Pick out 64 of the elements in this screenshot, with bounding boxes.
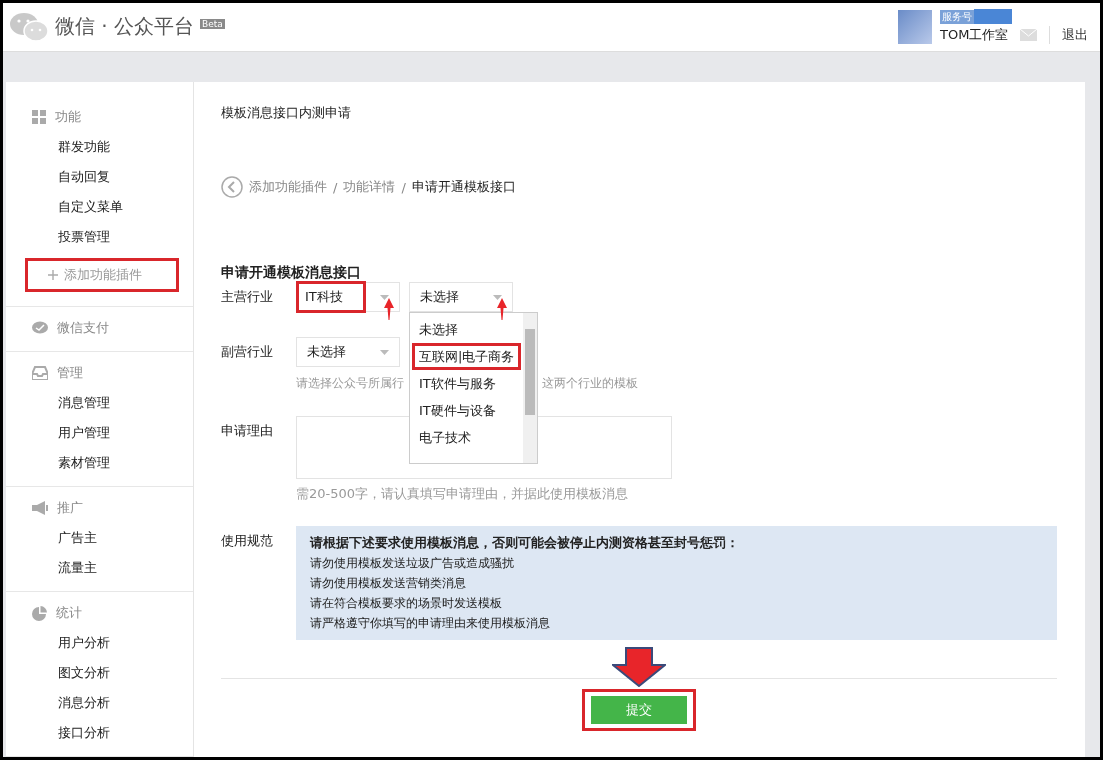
dropdown-option[interactable]: 互联网|电子商务	[412, 343, 521, 370]
sidebar-item[interactable]: 流量主	[6, 553, 193, 583]
sidebar-item[interactable]: 群发功能	[6, 132, 193, 162]
grid-icon	[32, 110, 46, 124]
pie-chart-icon	[32, 605, 47, 621]
sidebar-item[interactable]: 消息管理	[6, 388, 193, 418]
platform-title: 微信 · 公众平台	[55, 13, 195, 41]
dropdown-option[interactable]: IT软件与服务	[410, 370, 523, 397]
caret-icon	[493, 294, 502, 300]
account-type-badge: 服务号	[940, 9, 974, 24]
redaction-block	[974, 9, 1012, 25]
rule-text: 请勿使用模板发送营销类消息	[310, 575, 467, 592]
rules-title: 请根据下述要求使用模板消息，否则可能会被停止内测资格甚至封号惩罚：	[310, 534, 740, 552]
account-name: TOM工作室	[940, 26, 1010, 45]
sidebar-item[interactable]: 自定义菜单	[6, 192, 193, 222]
wechat-logo-icon	[9, 10, 49, 43]
hint-text: 请选择公众号所属行	[296, 375, 404, 392]
back-icon[interactable]	[221, 176, 243, 198]
sidebar-heading: 统计	[56, 604, 82, 622]
industry-select[interactable]: IT科技	[296, 282, 400, 312]
field-label: 使用规范	[221, 532, 274, 550]
breadcrumb-current: 申请开通模板接口	[411, 178, 516, 196]
breadcrumb-separator: /	[333, 179, 338, 195]
sidebar-item[interactable]: 消息分析	[6, 688, 193, 718]
dropdown-option[interactable]: IT硬件与设备	[410, 397, 523, 424]
breadcrumb-link[interactable]: 添加功能插件	[249, 178, 327, 196]
inbox-icon	[32, 366, 48, 380]
caret-icon	[380, 294, 389, 300]
hint-text: 需20-500字，请认真填写申请理由，并据此使用模板消息	[296, 485, 630, 503]
sidebar-item[interactable]: 投票管理	[6, 222, 193, 252]
industry-select[interactable]: 未选择	[409, 282, 513, 312]
dropdown-option[interactable]: 未选择	[410, 316, 523, 343]
hint-text: 这两个行业的模板	[542, 375, 638, 392]
caret-icon	[380, 349, 389, 355]
sidebar-item[interactable]: 用户分析	[6, 628, 193, 658]
rule-text: 请在符合模板要求的场景时发送模板	[310, 595, 503, 612]
rule-text: 请勿使用模板发送垃圾广告或造成骚扰	[310, 555, 515, 572]
sidebar-item[interactable]: 用户管理	[6, 418, 193, 448]
sidebar-heading[interactable]: 微信支付	[57, 319, 109, 337]
page-title: 模板消息接口内测申请	[221, 104, 352, 122]
sidebar-item[interactable]: 广告主	[6, 523, 193, 553]
field-label: 副营行业	[221, 343, 274, 361]
chat-bubble-icon	[32, 321, 48, 335]
sidebar-item[interactable]: 自动回复	[6, 162, 193, 192]
breadcrumb-link[interactable]: 功能详情	[343, 178, 396, 196]
logout-link[interactable]: 退出	[1049, 25, 1088, 44]
avatar-placeholder	[898, 9, 932, 44]
sidebar-item[interactable]: 素材管理	[6, 448, 193, 478]
megaphone-icon	[32, 501, 48, 515]
form-heading: 申请开通模板消息接口	[221, 264, 362, 282]
mail-icon[interactable]	[1020, 28, 1037, 41]
sidebar-item[interactable]: 图文分析	[6, 658, 193, 688]
industry-select[interactable]: 未选择	[296, 337, 400, 367]
breadcrumb-separator: /	[401, 179, 406, 195]
field-label: 主营行业	[221, 288, 274, 306]
rule-text: 请严格遵守你填写的申请理由来使用模板消息	[310, 615, 551, 632]
sidebar-heading: 管理	[57, 364, 83, 382]
dropdown-option[interactable]: 电子技术	[410, 424, 523, 451]
sidebar-heading: 推广	[57, 499, 83, 517]
plus-icon	[48, 270, 58, 280]
beta-badge: Beta	[200, 18, 225, 29]
field-label: 申请理由	[221, 422, 274, 440]
sidebar-item[interactable]: 接口分析	[6, 718, 193, 748]
sidebar-heading: 功能	[55, 108, 81, 126]
